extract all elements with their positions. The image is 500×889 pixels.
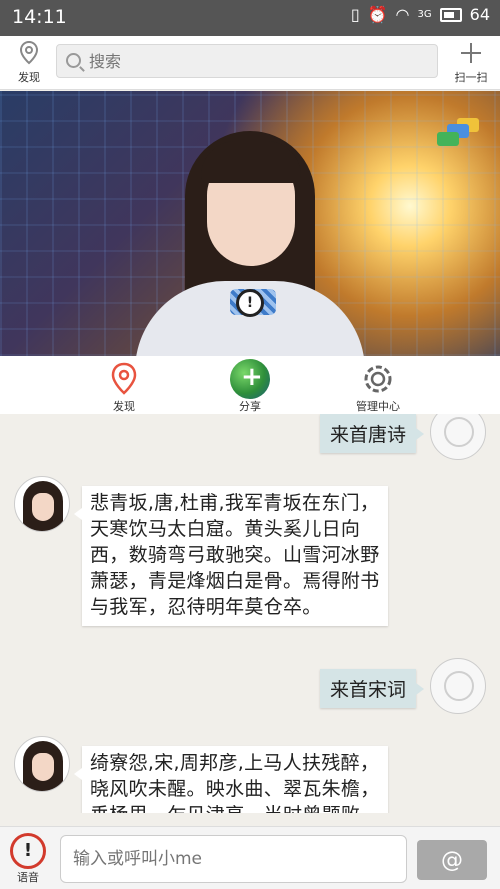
scan-label: 扫一扫 (454, 71, 488, 84)
globe-share-icon (230, 359, 270, 399)
user-avatar[interactable] (430, 658, 486, 714)
tab-share-label: 分享 (239, 400, 261, 413)
discover-button[interactable]: 发现 (8, 40, 50, 85)
vibrate-icon: ▯ (350, 5, 360, 24)
battery-icon (439, 7, 462, 22)
chat-bubbles-icon[interactable] (437, 116, 483, 152)
nav-tabs: 发现 分享 管理中心 (0, 356, 500, 414)
tab-discover-label: 发现 (113, 400, 135, 413)
search-input[interactable] (89, 45, 419, 77)
avatar-character-image (135, 121, 365, 356)
status-bar: 14:11 ▯ ⏰ ◠ 3G 64 (0, 0, 500, 36)
user-message: 来首宋词 (319, 669, 425, 708)
app-logo-badge: ! (236, 289, 264, 317)
location-pin-icon (19, 40, 39, 65)
top-bar: 发现 扫一扫 (0, 36, 500, 90)
tab-share[interactable]: 分享 (210, 359, 290, 414)
user-message: 来首唐诗 (319, 414, 425, 453)
voice-label: 语音 (17, 871, 39, 884)
wifi-icon: ◠ (395, 5, 410, 24)
status-icons: ▯ ⏰ ◠ 3G 64 (351, 5, 490, 24)
bot-avatar[interactable] (14, 736, 70, 792)
scan-button[interactable]: 扫一扫 (450, 40, 492, 85)
gear-icon (364, 365, 392, 393)
input-bar: ! 语音 @ (0, 826, 500, 889)
discover-label: 发现 (18, 71, 40, 84)
battery-level: 64 (469, 5, 490, 24)
voice-logo-icon: ! (10, 833, 46, 869)
chat-area[interactable]: 来首唐诗 悲青坂,唐,杜甫,我军青坂在东门，天寒饮马太白窟。黄头奚儿日向西，数骑… (0, 414, 500, 813)
search-icon (66, 53, 81, 68)
plus-icon (461, 43, 481, 63)
tab-discover[interactable]: 发现 (84, 360, 164, 414)
signal-icon: 3G (417, 9, 432, 20)
bot-message: 绮寮怨,宋,周邦彦,上马人扶残醉，晓风吹未醒。映水曲、翠瓦朱檐，垂杨里、乍见津亭… (74, 746, 388, 813)
bot-message: 悲青坂,唐,杜甫,我军青坂在东门，天寒饮马太白窟。黄头奚儿日向西，数骑弯弓敢驰突… (74, 486, 388, 626)
user-avatar[interactable] (430, 414, 486, 460)
search-box[interactable] (56, 44, 438, 78)
voice-button[interactable]: ! 语音 (6, 833, 50, 885)
hero-banner: ! (0, 91, 500, 356)
status-time: 14:11 (12, 6, 67, 28)
tab-management-label: 管理中心 (356, 400, 400, 413)
alarm-icon: ⏰ (367, 5, 388, 24)
tab-management[interactable]: 管理中心 (338, 360, 418, 414)
location-pin-icon (111, 362, 137, 395)
message-input[interactable] (60, 835, 407, 883)
at-button[interactable]: @ (417, 840, 487, 880)
bot-avatar[interactable] (14, 476, 70, 532)
